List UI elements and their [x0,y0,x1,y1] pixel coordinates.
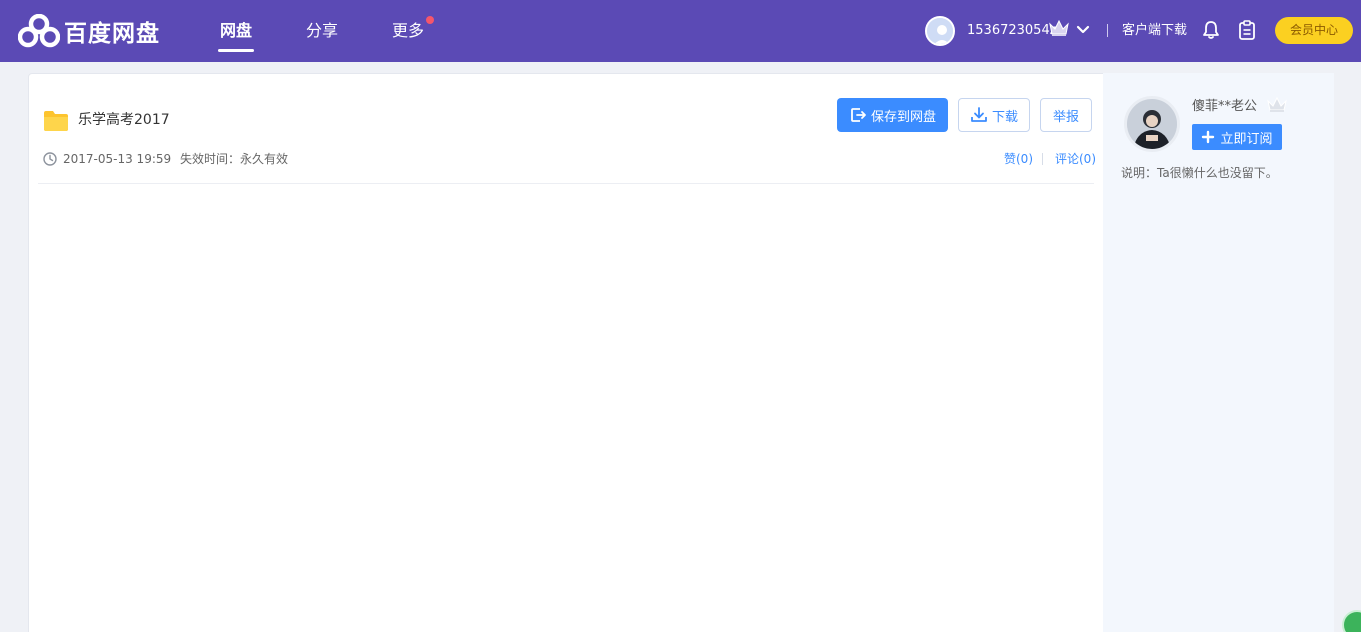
owner-avatar[interactable] [1124,96,1180,152]
save-icon [851,108,866,122]
floating-widget[interactable] [1342,610,1361,632]
subscribe-button-label: 立即订阅 [1220,131,1273,147]
owner-name[interactable]: 傻菲**老公 [1192,98,1257,116]
nav-more[interactable]: 更多 [392,19,424,43]
owner-description: 说明：Ta很懒什么也没留下。 [1121,166,1278,180]
vip-center-button[interactable]: 会员中心 [1275,17,1353,44]
nav-active-indicator [218,49,254,52]
like-link[interactable]: 赞(0) [1004,151,1033,167]
owner-sidebar [1103,73,1334,632]
top-navbar: 百度网盘 网盘 分享 更多 1536723054z 客户端下载 会员中心 [0,0,1361,62]
user-avatar[interactable] [925,16,955,46]
share-created-time: 2017-05-13 19:59 [63,152,172,166]
subscribe-button[interactable]: 立即订阅 [1192,124,1282,150]
cloud-logo-icon [18,14,60,48]
vip-crown-icon [1049,19,1069,36]
header-divider [1107,24,1108,37]
nav-netdisk[interactable]: 网盘 [220,19,252,43]
save-button-label: 保存到网盘 [870,109,936,125]
download-button-label: 下载 [991,109,1018,125]
folder-icon [44,111,68,131]
client-download-link[interactable]: 客户端下载 [1122,21,1187,41]
save-to-netdisk-button[interactable]: 保存到网盘 [837,98,948,132]
baidu-netdisk-logo[interactable]: 百度网盘 [18,14,160,48]
share-expire-time: 失效时间：永久有效 [180,152,289,166]
action-divider [1042,153,1043,165]
nav-share[interactable]: 分享 [306,19,338,43]
chevron-down-icon[interactable] [1076,23,1090,37]
share-title: 乐学高考2017 [78,112,170,128]
report-button-label: 举报 [1052,109,1079,125]
owner-avatar-image [1127,99,1177,149]
user-avatar-icon [927,18,953,44]
vip-crown-icon [1267,96,1287,112]
download-icon [971,107,987,122]
notification-dot [426,16,434,24]
plus-icon [1202,130,1215,144]
username[interactable]: 1536723054z [967,21,1057,41]
report-button[interactable]: 举报 [1040,98,1092,132]
download-button[interactable]: 下载 [958,98,1030,132]
bell-icon[interactable] [1202,20,1220,40]
clipboard-icon[interactable] [1238,20,1256,40]
comment-link[interactable]: 评论(0) [1055,151,1096,167]
header-separator-line [38,183,1094,184]
logo-text: 百度网盘 [64,21,160,47]
clock-icon [43,152,57,166]
